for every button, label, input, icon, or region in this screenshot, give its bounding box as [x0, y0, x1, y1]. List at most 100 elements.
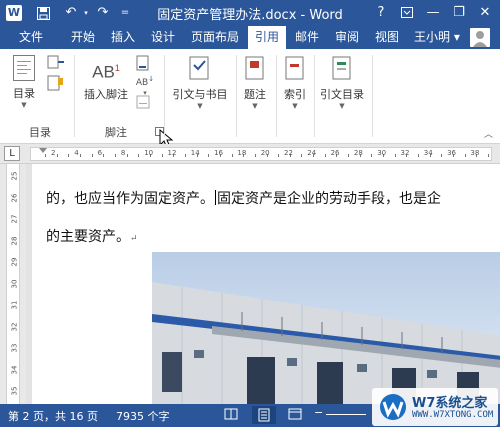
ruler-label: 16 — [214, 149, 224, 157]
ruler-tick — [161, 154, 163, 157]
index-label: 索引 — [284, 88, 306, 101]
ruler-tick — [45, 154, 47, 157]
insert-endnote-button[interactable] — [134, 55, 152, 74]
ruler-label: 8 — [120, 149, 126, 157]
vertical-ruler-label: 25 — [10, 171, 19, 181]
paragraph-mark: ↵ — [130, 234, 138, 244]
user-name: 王小明 — [414, 30, 451, 44]
collapse-ribbon-icon[interactable]: ︿ — [484, 127, 493, 140]
word-app-icon[interactable]: W — [6, 5, 22, 21]
vertical-ruler-label: 33 — [10, 343, 19, 353]
redo-icon[interactable]: ↷ — [94, 3, 112, 23]
ruler-label: 10 — [144, 149, 154, 157]
document-line-1[interactable]: 的，也应当作为固定资产。 固定资产是企业的劳动手段，也是企 — [46, 188, 441, 208]
insert-footnote-label: 插入脚注 — [84, 88, 128, 101]
group-divider — [164, 55, 165, 137]
update-table-button[interactable] — [46, 75, 66, 94]
add-text-icon — [47, 55, 64, 69]
document-line-2[interactable]: 的主要资产。↵ — [46, 226, 138, 246]
undo-icon[interactable]: ↶ — [60, 3, 82, 23]
restore-button[interactable]: ❐ — [448, 3, 470, 23]
ruler-tick — [324, 154, 326, 157]
web-layout-icon[interactable] — [288, 407, 302, 424]
close-button[interactable]: ✕ — [474, 3, 496, 23]
vertical-ruler-area: 25 26 27 28 29 30 31 32 33 34 35 — [0, 164, 26, 404]
ruler-label: 14 — [190, 149, 200, 157]
line-1-text-before-cursor: 的，也应当作为固定资产。 — [46, 191, 214, 207]
table-of-contents-button[interactable]: 目录 ▼ — [8, 55, 40, 109]
text-cursor — [215, 190, 216, 205]
show-notes-button[interactable] — [134, 95, 152, 112]
tab-file[interactable]: 文件 — [0, 26, 62, 49]
customize-quick-access-icon[interactable]: = — [118, 3, 132, 23]
document-page[interactable]: 的，也应当作为固定资产。 固定资产是企业的劳动手段，也是企 的主要资产。↵ — [32, 164, 500, 404]
building-photo[interactable] — [152, 252, 500, 404]
authorities-icon — [332, 56, 351, 80]
insert-footnote-button[interactable]: AB1 插入脚注 — [80, 55, 132, 102]
ruler-tick — [278, 154, 280, 157]
save-icon[interactable] — [34, 3, 52, 23]
ruler-tick — [115, 154, 117, 157]
vertical-ruler-label: 27 — [10, 214, 19, 224]
table-of-authorities-button[interactable]: 引文目录 ▼ — [316, 55, 368, 110]
minimize-button[interactable]: — — [422, 3, 444, 23]
tab-review[interactable]: 审阅 — [328, 26, 366, 49]
tab-home[interactable]: 开始 — [64, 26, 102, 49]
document-area[interactable]: 的，也应当作为固定资产。 固定资产是企业的劳动手段，也是企 的主要资产。↵ — [26, 164, 500, 404]
citations-bibliography-button[interactable]: 引文与书目 ▼ — [168, 55, 232, 110]
citation-icon — [189, 56, 209, 80]
ruler-tick — [91, 154, 93, 157]
authorities-label: 引文目录 — [320, 88, 364, 101]
endnote-icon — [136, 55, 149, 71]
undo-dropdown-icon[interactable]: ▾ — [82, 3, 90, 23]
ruler-tick — [231, 154, 233, 157]
ruler-area: L 2 4 6 8 10 12 14 16 18 20 22 24 26 28 30 32 34 36 38 — [0, 144, 500, 164]
ruler-label: 38 — [470, 149, 480, 157]
print-layout-icon[interactable] — [252, 406, 276, 424]
watermark-url: WWW.W7XTONG.COM — [412, 410, 494, 420]
ruler-label: 28 — [353, 149, 363, 157]
toc-label: 目录 — [13, 87, 35, 100]
ruler-tick — [56, 154, 58, 157]
tab-layout[interactable]: 页面布局 — [184, 26, 246, 49]
vertical-ruler-label: 28 — [10, 236, 19, 245]
ribbon-display-options-icon[interactable] — [396, 3, 418, 23]
tab-view[interactable]: 视图 — [368, 26, 406, 49]
chevron-down-icon: ▼ — [21, 101, 27, 109]
group-divider — [314, 55, 315, 137]
tab-mailings[interactable]: 邮件 — [288, 26, 326, 49]
tab-insert[interactable]: 插入 — [104, 26, 142, 49]
word-count[interactable]: 7935 个字 — [116, 408, 170, 424]
citations-label: 引文与书目 — [172, 88, 228, 101]
vertical-ruler-label: 30 — [10, 279, 19, 288]
ruler-tick — [184, 154, 186, 157]
index-button[interactable]: 索引 ▼ — [278, 55, 312, 110]
horizontal-ruler[interactable]: 2 4 6 8 10 12 14 16 18 20 22 24 26 28 30 32 34 36 38 — [30, 147, 492, 161]
tab-selector[interactable]: L — [4, 146, 20, 161]
ruler-tick — [464, 154, 466, 157]
chevron-down-icon: ▼ — [197, 102, 203, 110]
read-mode-icon[interactable] — [224, 407, 238, 424]
avatar[interactable] — [470, 28, 490, 47]
ruler-label: 20 — [260, 149, 270, 157]
help-button[interactable]: ? — [370, 3, 392, 23]
add-text-button[interactable] — [46, 55, 66, 72]
zoom-out-icon[interactable]: − — [314, 406, 323, 419]
indent-marker[interactable] — [39, 148, 47, 153]
ruler-label: 30 — [377, 149, 387, 157]
captions-button[interactable]: 题注 ▼ — [238, 55, 272, 110]
captions-label: 题注 — [244, 88, 266, 101]
ruler-tick — [68, 154, 70, 157]
line-1-text-after-cursor: 固定资产是企业的劳动手段，也是企 — [217, 191, 441, 207]
page-count[interactable]: 第 2 页，共 16 页 — [8, 408, 98, 424]
ruler-label: 32 — [400, 149, 410, 157]
ruler-label: 12 — [167, 149, 177, 157]
tab-references[interactable]: 引用 — [248, 26, 286, 50]
tab-design[interactable]: 设计 — [144, 26, 182, 49]
vertical-ruler[interactable]: 25 26 27 28 29 30 31 32 33 34 35 — [6, 164, 20, 404]
vertical-ruler-label: 35 — [10, 386, 19, 396]
user-account[interactable]: 王小明 ▾ — [414, 26, 460, 49]
ruler-label: 26 — [330, 149, 340, 157]
ruler-label: 36 — [447, 149, 457, 157]
zoom-slider[interactable] — [326, 414, 366, 415]
